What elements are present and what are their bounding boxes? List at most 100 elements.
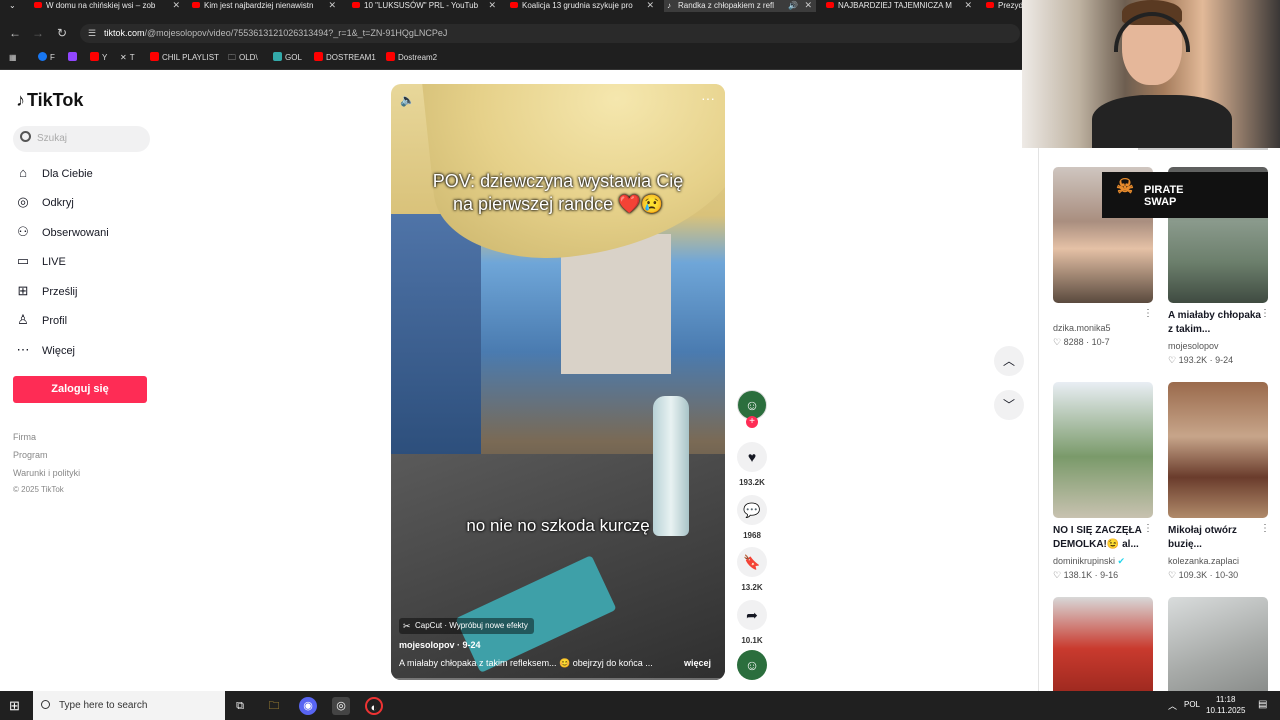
nav-label: LIVE bbox=[42, 256, 66, 268]
more-options-icon[interactable]: ⋮ bbox=[1143, 308, 1153, 319]
discord-icon[interactable]: ◉ bbox=[299, 697, 317, 715]
grid-thumbnail-4[interactable] bbox=[1168, 382, 1268, 518]
comment-icon[interactable]: 💬 bbox=[737, 495, 767, 525]
bookmark-icon[interactable]: 🔖 bbox=[737, 547, 767, 577]
apps-icon[interactable]: ▦ bbox=[9, 52, 17, 64]
grid-date: 10-30 bbox=[1215, 570, 1239, 580]
previous-video-button[interactable]: ︿ bbox=[994, 346, 1024, 376]
like-action[interactable]: ♥ 193.2K bbox=[737, 442, 767, 487]
nav-profil[interactable]: ♙ Profil bbox=[14, 310, 67, 332]
follow-plus-icon[interactable]: + bbox=[746, 416, 758, 428]
grid-author[interactable]: kolezanka.zaplaci bbox=[1168, 556, 1239, 566]
speaker-icon[interactable]: 🔊 bbox=[788, 0, 798, 11]
tab-4[interactable]: Koalicja 13 grudnia szykuje pro ✕ bbox=[508, 0, 658, 12]
close-icon[interactable]: ✕ bbox=[172, 0, 180, 11]
url-field[interactable]: ☰ tiktok.com/@mojesolopov/video/75536131… bbox=[80, 24, 1020, 43]
windows-start-icon[interactable]: ⊞ bbox=[9, 699, 22, 712]
nav-wiecej[interactable]: ⋯ Więcej bbox=[14, 340, 76, 362]
reload-button[interactable]: ↻ bbox=[53, 24, 71, 42]
tab-label: Prezyd bbox=[998, 1, 1023, 10]
back-button[interactable]: ← bbox=[6, 24, 24, 42]
search-input[interactable]: Szukaj bbox=[13, 126, 150, 152]
grid-title[interactable]: A miałaby chłopaka z takim... bbox=[1168, 309, 1268, 337]
more-options-icon[interactable]: ⋮ bbox=[1260, 523, 1270, 534]
more-button[interactable]: więcej bbox=[684, 658, 711, 668]
bookmark-folder-old[interactable]: 🗀 OLD\ bbox=[228, 52, 258, 64]
tab-6[interactable]: NAJBARDZIEJ TAJEMNICZA M ✕ bbox=[824, 0, 976, 12]
video-author[interactable]: mojesolopov · 9-24 bbox=[399, 640, 481, 650]
task-view-icon[interactable]: ⧉ bbox=[231, 697, 249, 715]
bookmark-youtube[interactable]: Y bbox=[90, 52, 107, 64]
footer-link-program[interactable]: Program bbox=[13, 450, 48, 460]
system-clock[interactable]: 11:18 10.11.2025 bbox=[1206, 694, 1245, 716]
tab-1[interactable]: W domu na chińskiej wsi – zob ✕ bbox=[32, 0, 184, 12]
forward-button[interactable]: → bbox=[29, 24, 47, 42]
close-icon[interactable]: ✕ bbox=[964, 0, 972, 11]
tab-2[interactable]: Kim jest najbardziej nienawistn ✕ bbox=[190, 0, 340, 12]
grid-author[interactable]: dominikrupinski ✔ bbox=[1053, 556, 1125, 567]
close-icon[interactable]: ✕ bbox=[804, 0, 812, 11]
tab-5-active[interactable]: ♪ Randka z chłopakiem z refl 🔊 ✕ bbox=[664, 0, 816, 12]
bookmark-label: CHIL PLAYLIST bbox=[162, 53, 219, 62]
nav-przeslij[interactable]: ⊞ Prześlij bbox=[14, 281, 78, 303]
footer-link-firma[interactable]: Firma bbox=[13, 432, 36, 442]
close-icon[interactable]: ✕ bbox=[328, 0, 336, 11]
more-options-icon[interactable]: ⋮ bbox=[1260, 308, 1270, 319]
comment-count: 1968 bbox=[743, 531, 761, 540]
notification-icon[interactable]: ▤ bbox=[1258, 699, 1267, 710]
volume-icon[interactable]: 🔈 bbox=[400, 93, 415, 107]
heart-icon[interactable]: ♥ bbox=[737, 442, 767, 472]
share-icon[interactable]: ➦ bbox=[737, 600, 767, 630]
nav-live[interactable]: ▭ LIVE bbox=[14, 251, 66, 273]
tab-7[interactable]: Prezyd bbox=[984, 0, 1024, 12]
site-info-icon[interactable]: ☰ bbox=[88, 24, 96, 43]
video-more-icon[interactable]: ··· bbox=[701, 90, 715, 106]
bookmark-x[interactable]: ✕ T bbox=[120, 52, 135, 64]
capcut-badge[interactable]: ✂ CapCut · Wypróbuj nowe efekty bbox=[399, 618, 534, 634]
bookmark-dostream1[interactable]: DOSTREAM1 bbox=[314, 52, 376, 64]
grid-thumbnail-5[interactable] bbox=[1053, 597, 1153, 691]
grid-stats: ♡ 138.1K · 9-16 bbox=[1053, 570, 1119, 580]
sound-avatar[interactable]: ☺ bbox=[737, 650, 767, 680]
next-video-button[interactable]: ﹀ bbox=[994, 390, 1024, 420]
close-icon[interactable]: ✕ bbox=[488, 0, 496, 11]
bookmark-chil-playlist[interactable]: CHIL PLAYLIST bbox=[150, 52, 219, 64]
close-icon[interactable]: ✕ bbox=[646, 0, 654, 11]
file-explorer-icon[interactable]: 🗀 bbox=[265, 697, 283, 715]
grid-thumbnail-3[interactable] bbox=[1053, 382, 1153, 518]
bookmark-twitch[interactable] bbox=[68, 52, 80, 64]
login-button[interactable]: Zaloguj się bbox=[13, 376, 147, 403]
share-action[interactable]: ➦ 10.1K bbox=[737, 600, 767, 645]
taskbar-search[interactable]: Type here to search bbox=[33, 691, 225, 720]
footer-link-terms[interactable]: Warunki i polityki bbox=[13, 468, 80, 478]
tab-3[interactable]: 10 "LUKSUSÓW" PRL - YouTub ✕ bbox=[350, 0, 500, 12]
keyboard-language[interactable]: POL bbox=[1184, 700, 1200, 709]
tiktok-note-icon: ♪ bbox=[16, 90, 25, 110]
video-progress-bar[interactable] bbox=[391, 678, 725, 680]
nav-dla-ciebie[interactable]: ⌂ Dla Ciebie bbox=[14, 163, 93, 185]
youtube-icon bbox=[510, 2, 518, 8]
nav-obserwowani[interactable]: ⚇ Obserwowani bbox=[14, 222, 108, 244]
grid-thumbnail-6[interactable] bbox=[1168, 597, 1268, 691]
bookmark-dostream2[interactable]: Dostream2 bbox=[386, 52, 437, 64]
video-player[interactable]: 🔈 ··· POV: dziewczyna wystawia Cię na pi… bbox=[391, 84, 725, 680]
grid-author[interactable]: mojesolopov bbox=[1168, 341, 1219, 351]
chrome-icon[interactable]: ◎ bbox=[332, 697, 350, 715]
grid-title[interactable]: Mikołaj otwórz buzię... bbox=[1168, 524, 1268, 552]
verified-icon: ✔ bbox=[1117, 556, 1126, 566]
nav-odkryj[interactable]: ◎ Odkryj bbox=[14, 192, 73, 214]
save-action[interactable]: 🔖 13.2K bbox=[737, 547, 767, 592]
comment-action[interactable]: 💬 1968 bbox=[737, 495, 767, 540]
bookmark-facebook[interactable]: F bbox=[38, 52, 55, 64]
chevron-up-icon[interactable]: ︿ bbox=[1168, 699, 1177, 712]
tab-list-button[interactable]: ⌄ bbox=[0, 0, 30, 12]
grid-author[interactable]: dzika.monika5 bbox=[1053, 323, 1111, 333]
tiktok-logo[interactable]: ♪ TikTok bbox=[16, 90, 83, 111]
more-options-icon[interactable]: ⋮ bbox=[1143, 523, 1153, 534]
youtube-icon bbox=[826, 2, 834, 8]
bookmark-gol[interactable]: GOL bbox=[273, 52, 302, 64]
copyright: © 2025 TikTok bbox=[13, 485, 64, 494]
app-icon[interactable]: ◐ bbox=[365, 697, 383, 715]
save-count: 13.2K bbox=[741, 583, 763, 592]
grid-title[interactable]: NO I SIĘ ZACZĘŁA DEMOLKA!😉 al... bbox=[1053, 524, 1153, 552]
